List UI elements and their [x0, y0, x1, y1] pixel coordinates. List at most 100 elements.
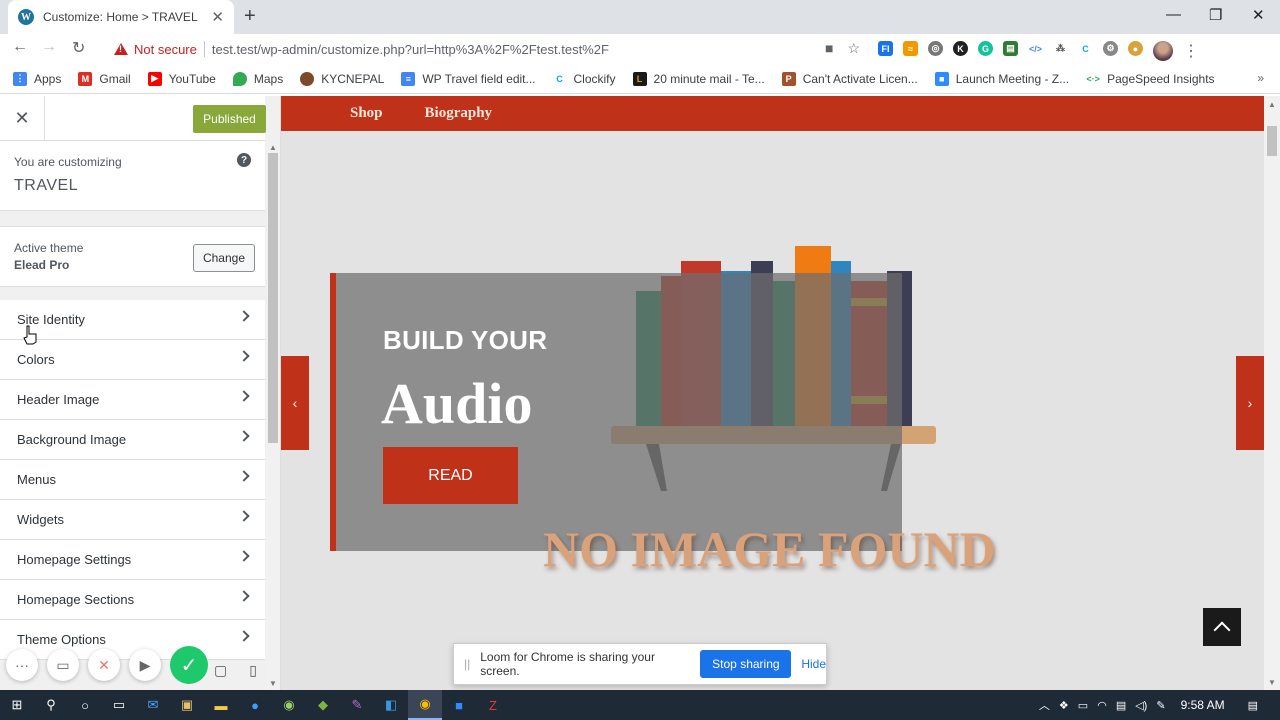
k-extension-icon[interactable]: K: [953, 41, 968, 56]
panel-scrollbar[interactable]: ▲ ▼: [266, 141, 280, 690]
section-homepage-sections[interactable]: Homepage Sections: [0, 580, 265, 620]
window-close-button[interactable]: ✕: [1252, 6, 1265, 24]
section-widgets[interactable]: Widgets: [0, 500, 265, 540]
bookmark-pagespeed[interactable]: <·> PageSpeed Insights: [1086, 71, 1215, 86]
minimize-button[interactable]: —: [1166, 6, 1181, 23]
bookmark-gmail[interactable]: M Gmail: [78, 71, 131, 86]
close-customizer-button[interactable]: ✕: [0, 96, 45, 141]
section-site-identity[interactable]: Site Identity: [0, 300, 265, 340]
drag-handle-icon[interactable]: ||: [464, 657, 470, 671]
restore-button[interactable]: ❐: [1209, 6, 1222, 24]
bookmark-cant-activate[interactable]: P Can't Activate Licen...: [781, 71, 918, 86]
vscode-icon[interactable]: ◧: [374, 690, 408, 720]
read-button[interactable]: READ: [383, 447, 518, 504]
nav-biography[interactable]: Biography: [425, 105, 493, 122]
hide-banner-link[interactable]: Hide: [801, 657, 826, 671]
chrome-menu-icon[interactable]: ⋮: [1183, 41, 1199, 61]
pause-recording-icon[interactable]: ▶: [129, 649, 161, 681]
address-bar[interactable]: Not secure test.test/wp-admin/customize.…: [106, 36, 864, 62]
chrome-active-icon[interactable]: ◉: [408, 690, 442, 720]
tray-overflow-icon[interactable]: ︿: [1039, 697, 1050, 713]
slide-title: Audio: [381, 371, 533, 436]
dropbox-icon[interactable]: ❖: [1059, 699, 1069, 712]
tablet-preview-icon[interactable]: ▢: [214, 662, 227, 679]
cookie-icon[interactable]: ●: [1128, 41, 1143, 56]
network-icon[interactable]: ▤: [1116, 699, 1126, 712]
battery-icon[interactable]: ▭: [1078, 699, 1088, 712]
scroll-thumb[interactable]: [1267, 126, 1277, 156]
scroll-to-top-button[interactable]: [1203, 608, 1241, 646]
code-icon[interactable]: </>: [1028, 41, 1043, 56]
clockify-icon[interactable]: C: [1078, 41, 1093, 56]
finish-recording-icon[interactable]: ✓: [170, 646, 208, 684]
search-icon[interactable]: ⚲: [34, 690, 68, 720]
bookmark-maps[interactable]: Maps: [232, 71, 283, 86]
scroll-thumb[interactable]: [268, 153, 278, 443]
notifications-icon[interactable]: ▤: [1248, 699, 1258, 712]
volume-icon[interactable]: ◁): [1135, 699, 1147, 712]
preview-scrollbar[interactable]: ▲ ▼: [1264, 96, 1280, 690]
section-header-image[interactable]: Header Image: [0, 380, 265, 420]
bookmark-wp-travel[interactable]: ≡ WP Travel field edit...: [401, 71, 536, 86]
section-colors[interactable]: Colors: [0, 340, 265, 380]
rss-icon[interactable]: ≈: [903, 41, 918, 56]
scroll-up-icon[interactable]: ▲: [1268, 100, 1276, 109]
pen-app-icon[interactable]: ✎: [340, 690, 374, 720]
cancel-recording-icon[interactable]: ✕: [88, 649, 120, 681]
bookmarks-overflow-icon[interactable]: »: [1257, 71, 1264, 85]
grammarly-icon[interactable]: G: [978, 41, 993, 56]
scroll-down-icon[interactable]: ▼: [269, 679, 277, 688]
camera-icon[interactable]: ■: [825, 40, 833, 57]
windows-start-icon[interactable]: ⊞: [0, 690, 34, 720]
star-icon[interactable]: ☆: [847, 40, 860, 57]
bookmark-youtube[interactable]: ▶ YouTube: [147, 71, 216, 86]
nav-shop[interactable]: Shop: [350, 105, 383, 122]
edge-icon[interactable]: ●: [238, 690, 272, 720]
extension-icon[interactable]: ⁂: [1053, 41, 1068, 56]
browser-tab[interactable]: W Customize: Home > TRAVEL ✕: [8, 0, 234, 34]
stop-sharing-button[interactable]: Stop sharing: [700, 650, 792, 678]
zoom-app-icon[interactable]: ■: [442, 690, 476, 720]
mail-app-icon[interactable]: ✉: [136, 690, 170, 720]
chrome-icon[interactable]: ◉: [272, 690, 306, 720]
section-homepage-settings[interactable]: Homepage Settings: [0, 540, 265, 580]
scroll-down-icon[interactable]: ▼: [1268, 678, 1276, 687]
extension-icon[interactable]: ◎: [928, 41, 943, 56]
slider-next-button[interactable]: ›: [1236, 356, 1264, 450]
pen-icon[interactable]: ✎: [1156, 699, 1165, 712]
close-tab-icon[interactable]: ✕: [211, 8, 224, 26]
back-button[interactable]: ←: [12, 38, 28, 56]
mobile-preview-icon[interactable]: ▯: [249, 662, 257, 679]
file-explorer-icon[interactable]: ▬: [204, 690, 238, 720]
reload-button[interactable]: ↻: [72, 38, 85, 58]
more-options-icon[interactable]: ···: [6, 649, 38, 681]
slider-prev-button[interactable]: ‹: [281, 356, 309, 450]
clock[interactable]: 9:58 AM: [1181, 698, 1225, 712]
bookmark-kycnepal[interactable]: KYCNEPAL: [300, 71, 384, 86]
section-background-image[interactable]: Background Image: [0, 420, 265, 460]
extension-icon[interactable]: ▤: [1003, 41, 1018, 56]
app-icon[interactable]: ◆: [306, 690, 340, 720]
change-theme-button[interactable]: Change: [193, 244, 255, 272]
new-tab-button[interactable]: +: [244, 5, 256, 28]
wifi-icon[interactable]: ◠: [1097, 699, 1107, 712]
profile-avatar[interactable]: [1153, 41, 1173, 61]
extension-icon[interactable]: ⚙: [1103, 41, 1118, 56]
not-secure-label[interactable]: Not secure: [134, 42, 197, 57]
bookmark-20-minute-mail[interactable]: L 20 minute mail - Te...: [632, 71, 765, 86]
bookmark-launch-meeting[interactable]: ■ Launch Meeting - Z...: [934, 71, 1069, 86]
bookmark-clockify[interactable]: C Clockify: [552, 71, 616, 86]
forward-button[interactable]: →: [41, 38, 57, 56]
scroll-up-icon[interactable]: ▲: [269, 143, 277, 152]
camera-toggle-icon[interactable]: ▭: [47, 649, 79, 681]
task-view-icon[interactable]: ▭: [102, 690, 136, 720]
section-menus[interactable]: Menus: [0, 460, 265, 500]
cortana-icon[interactable]: ○: [68, 690, 102, 720]
bookmark-apps[interactable]: ⋮ Apps: [13, 71, 61, 86]
url-text[interactable]: test.test/wp-admin/customize.php?url=htt…: [212, 42, 609, 57]
filezilla-icon[interactable]: Z: [476, 690, 510, 720]
help-icon[interactable]: ?: [237, 153, 251, 167]
app-icon[interactable]: ▣: [170, 690, 204, 720]
published-button[interactable]: Published: [193, 105, 266, 133]
extension-icon[interactable]: FI: [878, 41, 893, 56]
